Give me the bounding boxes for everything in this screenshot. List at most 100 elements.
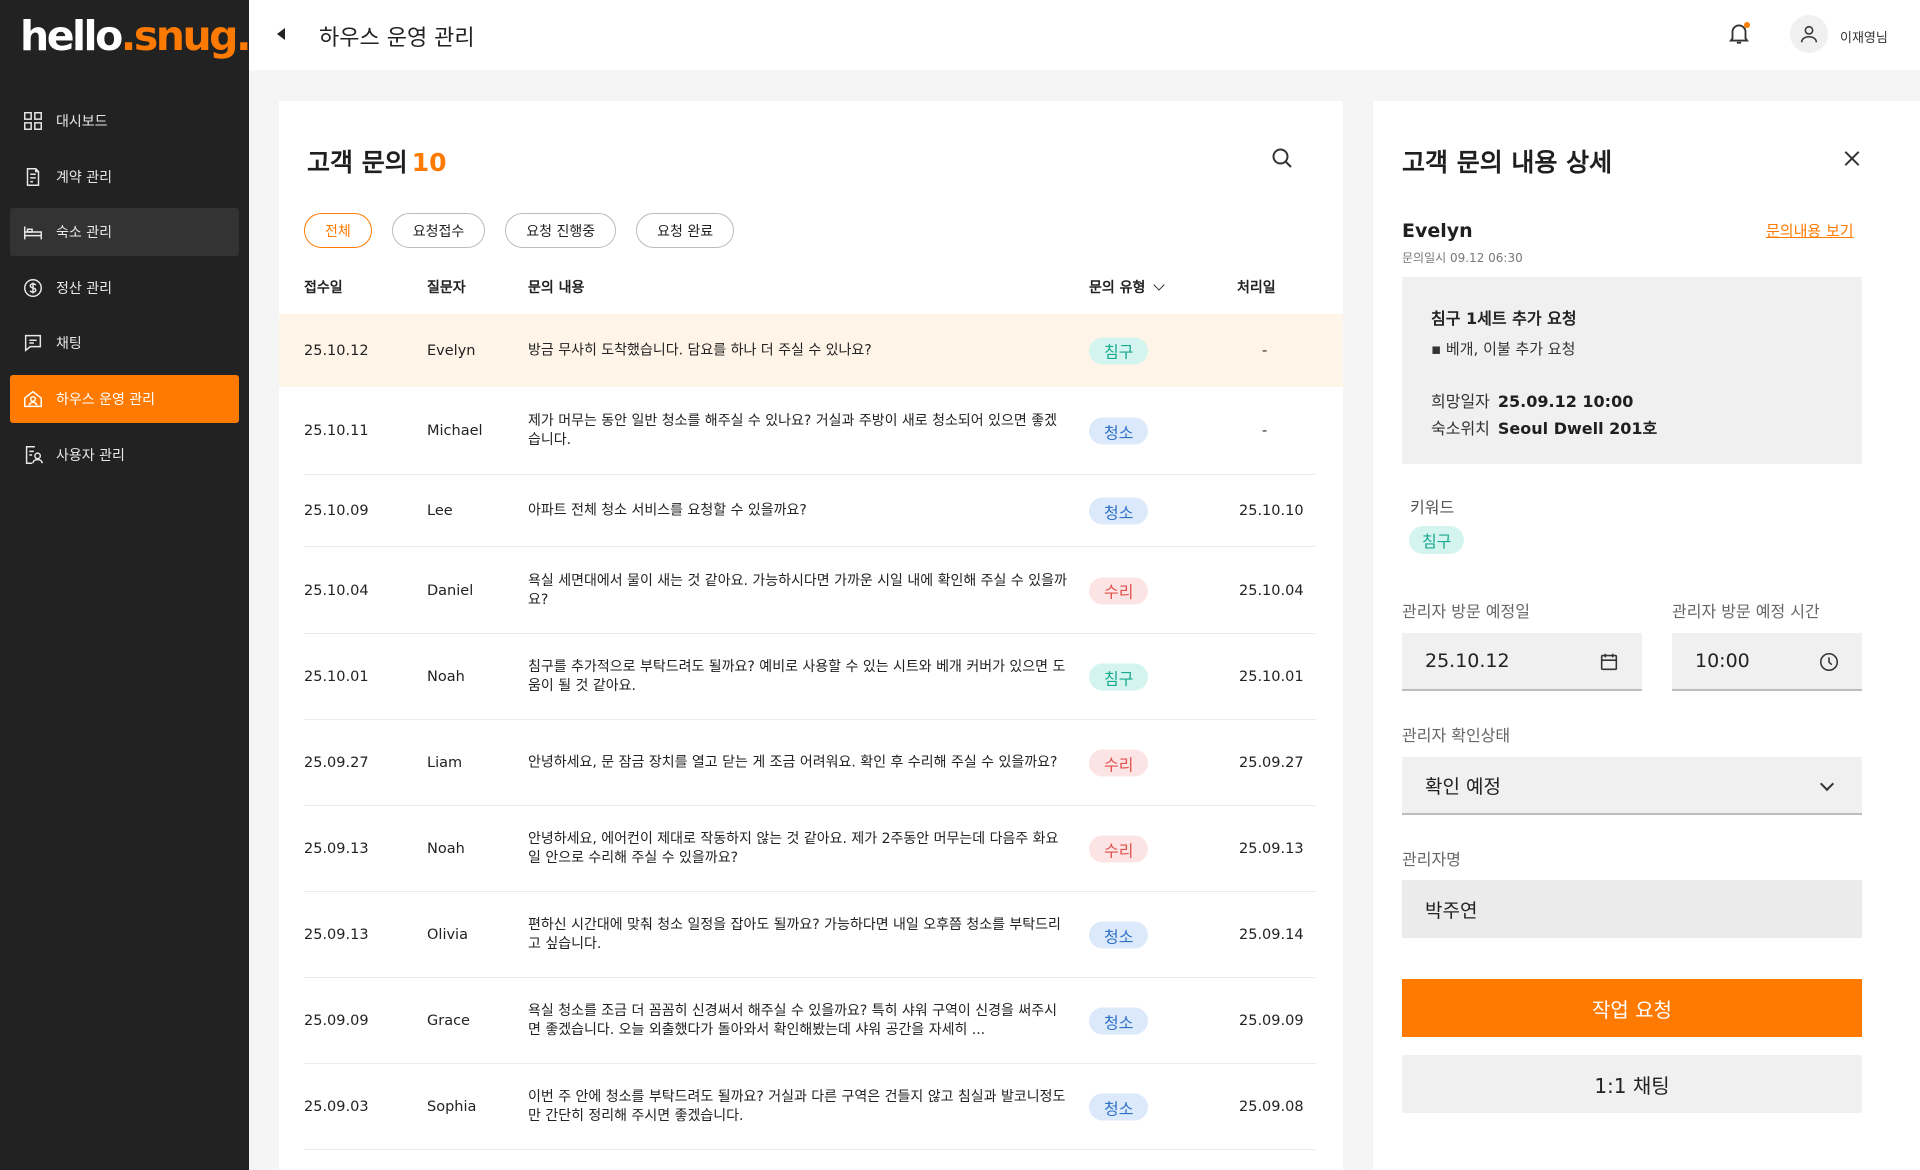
type-badge: 청소: [1089, 417, 1149, 445]
one-on-one-chat-button[interactable]: 1:1 채팅: [1402, 1055, 1862, 1113]
row-date: 25.09.09: [304, 1013, 369, 1029]
row-processed: 25.09.27: [1239, 755, 1304, 771]
sidebar-item-user-manage[interactable]: 사용자 관리: [10, 431, 239, 479]
col-type-filter[interactable]: 문의 유형: [1089, 277, 1166, 297]
row-date: 25.09.27: [304, 755, 369, 771]
request-work-button[interactable]: 작업 요청: [1402, 979, 1862, 1037]
row-divider: [304, 1149, 1316, 1150]
row-processed: 25.10.04: [1239, 582, 1304, 599]
sidebar-item-dashboard[interactable]: 대시보드: [10, 97, 239, 145]
table-row[interactable]: 25.09.03 Sophia 이번 주 안에 청소를 부탁드려도 될까요? 거실과…: [279, 1064, 1343, 1150]
row-content: 이번 주 안에 청소를 부탁드려도 될까요? 거실과 다른 구역은 건들지 않고…: [528, 1089, 1066, 1124]
col-processed: 처리일: [1237, 280, 1276, 296]
sidebar-item-label: 계약 관리: [56, 169, 112, 186]
table-row[interactable]: 25.10.09 Lee 아파트 전체 청소 서비스를 요청할 수 있을까요? 청소 2…: [279, 475, 1343, 547]
filter-chip[interactable]: 요청 완료: [636, 213, 735, 248]
brand-logo[interactable]: hello.snug.: [20, 12, 252, 60]
sidebar-item-bed[interactable]: 숙소 관리: [10, 208, 239, 257]
table-row[interactable]: 25.10.11 Michael 제가 머무는 동안 일반 청소를 해주실 수 있나…: [279, 387, 1343, 475]
table-row[interactable]: 25.10.12 Evelyn 방금 무사히 도착했습니다. 담요를 하나 더 주실…: [279, 314, 1343, 387]
visit-date-field[interactable]: 25.10.12: [1402, 633, 1642, 691]
notification-bell-icon[interactable]: [1726, 20, 1752, 46]
col-date: 접수일: [304, 280, 343, 296]
contract-icon: [22, 166, 44, 188]
type-badge: 침구: [1089, 663, 1149, 691]
house-icon: [22, 388, 44, 410]
row-date: 25.09.13: [304, 841, 369, 857]
calendar-icon[interactable]: [1598, 651, 1620, 673]
sidebar-item-contract[interactable]: 계약 관리: [10, 153, 239, 201]
table-row[interactable]: 25.10.04 Daniel 욕실 세면대에서 물이 새는 것 같아요. 가능하시…: [279, 547, 1343, 634]
type-badge: 청소: [1089, 1093, 1149, 1121]
close-icon[interactable]: [1843, 150, 1861, 168]
sidebar-item-label: 채팅: [56, 336, 82, 353]
user-name[interactable]: 이재영님: [1840, 27, 1888, 46]
sidebar-item-label: 숙소 관리: [56, 225, 112, 242]
detail-title: 고객 문의 내용 상세: [1402, 148, 1613, 177]
sidebar-item-label: 대시보드: [56, 114, 108, 130]
row-content: 침구를 추가적으로 부탁드려도 될까요? 예비로 사용할 수 있는 시트와 베개…: [528, 659, 1066, 694]
row-asker: Lee: [427, 503, 453, 519]
sidebar-item-label: 정산 관리: [56, 280, 112, 297]
status-select[interactable]: 확인 예정: [1402, 757, 1862, 815]
row-asker: Noah: [427, 841, 465, 857]
col-asker: 질문자: [427, 280, 466, 296]
dollar-icon: [22, 277, 44, 299]
row-content: 편하신 시간대에 맞춰 청소 일정을 잡아도 될까요? 가능하다면 내일 오후쯤…: [528, 917, 1061, 952]
col-type-label: 문의 유형: [1089, 280, 1146, 296]
table-row[interactable]: 25.09.13 Olivia 편하신 시간대에 맞춰 청소 일정을 잡아도 될까요…: [279, 892, 1343, 978]
sidebar-item-label: 사용자 관리: [56, 447, 125, 464]
row-content: 방금 무사히 도착했습니다. 담요를 하나 더 주실 수 있나요?: [528, 342, 872, 358]
row-processed: 25.09.13: [1239, 841, 1304, 857]
filter-chip[interactable]: 요청접수: [391, 213, 486, 248]
back-arrow-icon[interactable]: [277, 26, 291, 42]
manager-name-field: 박주연: [1402, 880, 1862, 938]
table-row[interactable]: 25.09.09 Grace 욕실 청소를 조금 더 꼼꼼히 신경써서 해주실 수 …: [279, 978, 1343, 1064]
notification-dot: [1744, 22, 1750, 28]
row-asker: Daniel: [427, 582, 474, 599]
row-asker: Olivia: [427, 927, 468, 943]
chevron-down-icon: [1819, 776, 1835, 792]
top-header: [249, 0, 1920, 70]
user-avatar-icon[interactable]: [1790, 15, 1828, 53]
type-badge: 청소: [1089, 1007, 1149, 1035]
row-asker: Noah: [427, 669, 465, 685]
table-row[interactable]: 25.09.27 Liam 안녕하세요, 문 잠금 장치를 열고 닫는 게 조금 어…: [279, 720, 1343, 806]
sidebar-item-dollar[interactable]: 정산 관리: [10, 264, 239, 312]
row-processed: 25.10.10: [1239, 503, 1304, 519]
sidebar-item-label: 하우스 운영 관리: [56, 391, 156, 408]
clock-icon[interactable]: [1818, 651, 1840, 673]
sidebar-item-chat[interactable]: 채팅: [10, 319, 239, 367]
sidebar-item-house[interactable]: 하우스 운영 관리: [10, 374, 239, 423]
type-badge: 침구: [1089, 337, 1149, 364]
status-value: 확인 예정: [1425, 775, 1501, 798]
row-processed: 25.09.14: [1239, 927, 1304, 943]
search-icon[interactable]: [1270, 146, 1296, 172]
type-badge: 수리: [1089, 835, 1149, 863]
row-content: 욕실 청소를 조금 더 꼼꼼히 신경써서 해주실 수 있을까요? 특히 샤워 구…: [528, 1003, 1057, 1038]
type-badge: 청소: [1089, 921, 1149, 949]
summary-bullet: ▪ 베개, 이불 추가 요청: [1431, 340, 1576, 358]
keyword-badge: 침구: [1409, 526, 1465, 554]
location-label: 숙소위치: [1431, 419, 1490, 438]
inquiry-count: 10: [411, 148, 447, 177]
filter-chip[interactable]: 전체: [304, 213, 372, 248]
row-date: 25.10.09: [304, 503, 369, 519]
table-row[interactable]: 25.10.01 Noah 침구를 추가적으로 부탁드려도 될까요? 예비로 사용할…: [279, 634, 1343, 720]
row-date: 25.09.13: [304, 927, 369, 943]
table-row[interactable]: 25.09.13 Noah 안녕하세요, 에어컨이 제대로 작동하지 않는 것 같아…: [279, 806, 1343, 892]
visit-time-label: 관리자 방문 예정 시간: [1672, 602, 1820, 621]
desired-date-value: 25.09.12 10:00: [1497, 392, 1634, 411]
row-asker: Grace: [427, 1013, 470, 1029]
visit-time-field[interactable]: 10:00: [1672, 633, 1862, 691]
type-badge: 수리: [1089, 749, 1149, 777]
row-date: 25.10.04: [304, 582, 369, 599]
filter-chip[interactable]: 요청 진행중: [505, 213, 617, 248]
row-content: 제가 머무는 동안 일반 청소를 해주실 수 있나요? 거실과 주방이 새로 청…: [528, 413, 1057, 448]
sidebar: hello.snug. 대시보드계약 관리숙소 관리정산 관리채팅하우스 운영 …: [0, 0, 252, 1170]
visit-date-value: 25.10.12: [1425, 650, 1510, 672]
row-content: 안녕하세요, 문 잠금 장치를 열고 닫는 게 조금 어려워요. 확인 후 수리…: [528, 754, 1058, 771]
desired-date-row: 희망일자 25.09.12 10:00: [1431, 388, 1633, 412]
view-inquiry-link[interactable]: 문의내용 보기: [1766, 220, 1854, 241]
inquiry-table-body: 25.10.12 Evelyn 방금 무사히 도착했습니다. 담요를 하나 더 주실…: [279, 314, 1343, 1150]
